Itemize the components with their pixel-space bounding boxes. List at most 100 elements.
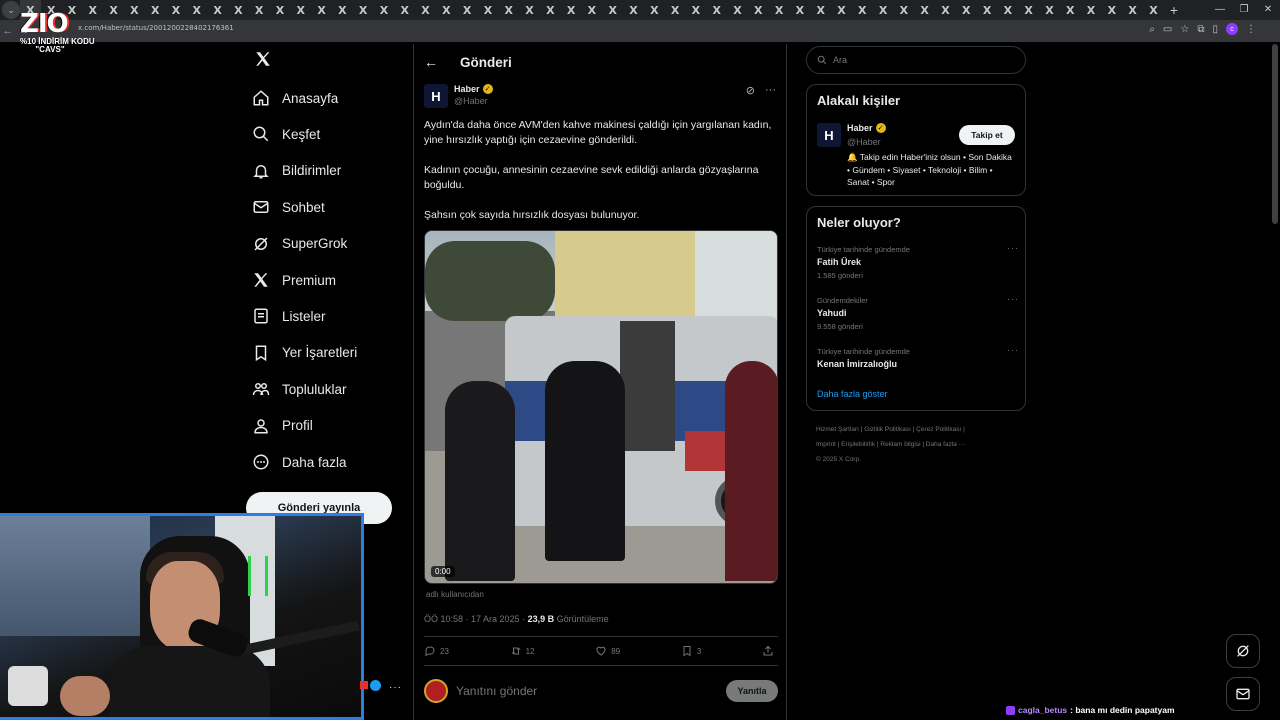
back-nav-icon[interactable]: ← [0,25,16,37]
nav-item-keşfet[interactable]: Keşfet [252,120,320,148]
x-logo-icon[interactable] [254,50,272,68]
grok-icon[interactable]: ⊘ [746,84,755,97]
browser-tab[interactable]: X [415,0,436,20]
browser-tab[interactable]: X [270,0,291,20]
browser-tab[interactable]: X [665,0,686,20]
browser-tab[interactable]: X [519,0,540,20]
browser-tab[interactable]: X [166,0,187,20]
nav-item-supergrok[interactable]: SuperGrok [252,230,347,258]
browser-menu-icon[interactable]: ⋮ [1246,24,1256,35]
nav-item-bildirimler[interactable]: Bildirimler [252,157,341,185]
browser-tab[interactable]: X [686,0,707,20]
browser-tab[interactable]: X [977,0,998,20]
trend-item[interactable]: Gündemdekiler Yahudi 9.558 gönderi ··· [817,294,1018,331]
tab-search-icon[interactable]: ⌄ [2,1,20,19]
trend-item[interactable]: Türkiye tarihinde gündemde Fatih Ürek 1.… [817,243,1019,280]
browser-tab[interactable]: X [1101,0,1122,20]
browser-tab[interactable]: X [810,0,831,20]
post-video[interactable]: 0:00 [424,230,778,584]
user-avatar[interactable] [424,679,448,703]
browser-tab[interactable]: X [1122,0,1143,20]
browser-tab[interactable]: X [124,0,145,20]
author-name[interactable]: Haber [454,84,480,94]
star-icon[interactable]: ☆ [1180,24,1189,35]
search-box[interactable]: Ara [806,46,1026,74]
browser-tab[interactable]: X [1039,0,1060,20]
browser-tab[interactable]: X [478,0,499,20]
browser-tab[interactable]: X [852,0,873,20]
extensions-icon[interactable]: ⧉ [1197,24,1204,35]
browser-tab[interactable]: X [914,0,935,20]
nav-item-daha-fazla[interactable]: Daha fazla [252,448,347,476]
browser-tab[interactable]: X [374,0,395,20]
share-action[interactable] [762,645,774,657]
browser-tab[interactable]: X [207,0,228,20]
browser-tab[interactable]: X [997,0,1018,20]
nav-item-listeler[interactable]: Listeler [252,302,326,330]
browser-tab[interactable]: X [394,0,415,20]
search-input[interactable]: Ara [833,55,847,65]
show-more-link[interactable]: Daha fazla göster [817,389,888,399]
grok-fab-button[interactable] [1226,634,1260,668]
browser-tab[interactable]: X [623,0,644,20]
follow-button[interactable]: Takip et [959,125,1015,145]
browser-tab[interactable]: X [602,0,623,20]
repost-action[interactable]: 12 [510,645,535,657]
browser-tab[interactable]: X [1081,0,1102,20]
nav-item-yer-i̇şaretleri[interactable]: Yer İşaretleri [252,339,357,367]
browser-tab[interactable]: X [561,0,582,20]
more-options-icon[interactable]: ··· [765,84,776,97]
new-tab-button[interactable]: + [1170,2,1178,18]
zoom-icon[interactable]: ⌕ [1149,24,1155,35]
browser-tab[interactable]: X [145,0,166,20]
footer-line[interactable]: Imprint | Erişilebilirlik | Reklam bilgi… [816,437,1026,452]
minimize-icon[interactable]: — [1208,0,1232,20]
browser-tab[interactable]: X [457,0,478,20]
footer-line[interactable]: Hizmet Şartları | Gizlilik Politikası | … [816,422,1026,437]
browser-tab[interactable]: X [353,0,374,20]
browser-tab[interactable]: X [873,0,894,20]
browser-tab[interactable]: X [893,0,914,20]
browser-tab[interactable]: X [644,0,665,20]
browser-tab[interactable]: X [789,0,810,20]
address-bar[interactable]: x.com/Haber/status/2001200228402176361 [78,24,234,32]
like-action[interactable]: 89 [595,645,620,657]
trend-more-icon[interactable]: ··· [1007,243,1019,253]
related-name[interactable]: Haber [847,123,873,133]
browser-tab[interactable]: X [1060,0,1081,20]
browser-tab[interactable]: X [1018,0,1039,20]
reply-button[interactable]: Yanıtla [726,680,778,702]
browser-tab[interactable]: X [769,0,790,20]
browser-tab[interactable]: X [290,0,311,20]
reply-input[interactable]: Yanıtını gönder [456,684,726,698]
close-window-icon[interactable]: ✕ [1256,0,1280,20]
cast-icon[interactable]: ▭ [1163,24,1172,35]
browser-tab[interactable]: X [727,0,748,20]
browser-tab[interactable]: X [103,0,124,20]
browser-tab[interactable]: X [748,0,769,20]
browser-tab[interactable]: X [186,0,207,20]
browser-tab[interactable]: X [540,0,561,20]
profile-avatar-icon[interactable]: c [1226,23,1238,35]
nav-item-profil[interactable]: Profil [252,412,313,440]
author-handle[interactable]: @Haber [454,96,493,106]
trend-more-icon[interactable]: ··· [1007,345,1019,355]
browser-tab[interactable]: X [935,0,956,20]
browser-tab[interactable]: X [311,0,332,20]
browser-tab[interactable]: X [498,0,519,20]
bookmark-action[interactable]: 3 [681,645,701,657]
nav-item-sohbet[interactable]: Sohbet [252,193,325,221]
browser-tab[interactable]: X [706,0,727,20]
browser-tab[interactable]: X [1143,0,1164,20]
reply-action[interactable]: 23 [424,645,449,657]
browser-tab[interactable]: X [249,0,270,20]
related-avatar[interactable]: H [817,123,841,147]
nav-item-premium[interactable]: Premium [252,266,336,294]
browser-tab[interactable]: X [956,0,977,20]
back-arrow-icon[interactable]: ← [424,54,438,70]
browser-tab[interactable]: X [332,0,353,20]
related-handle[interactable]: @Haber [847,137,881,147]
messages-fab-button[interactable] [1226,677,1260,711]
page-scrollbar[interactable] [1272,44,1278,224]
browser-tab[interactable]: X [831,0,852,20]
